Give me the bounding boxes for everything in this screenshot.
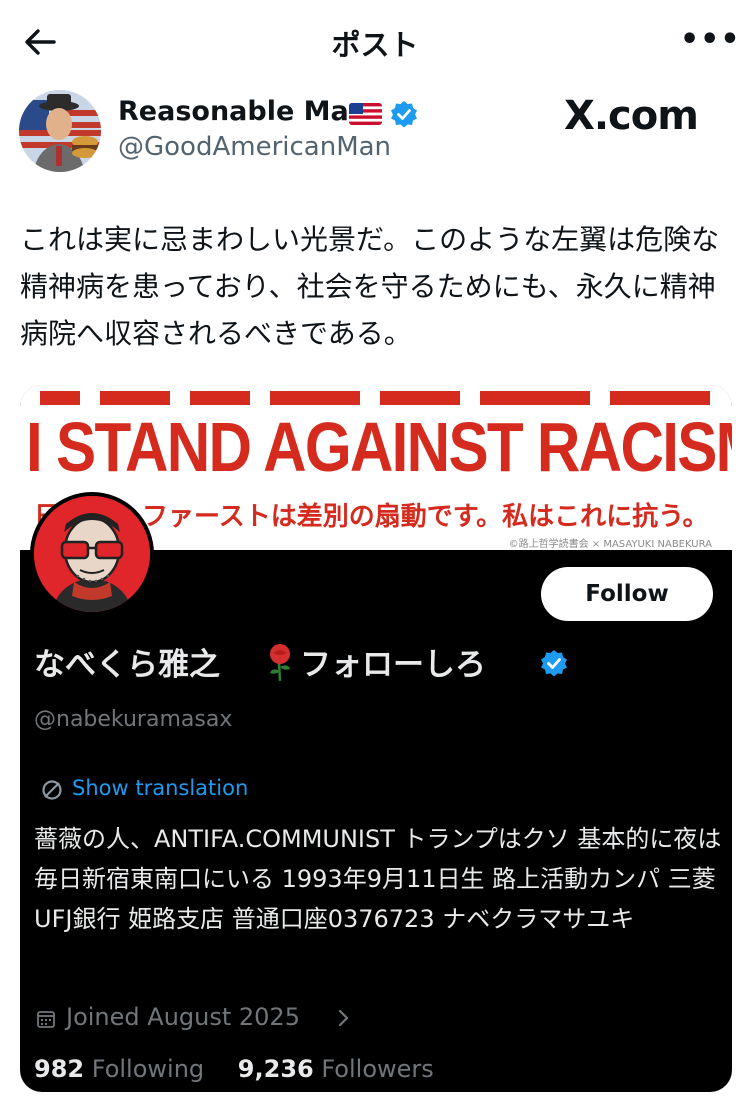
- following-stat[interactable]: 982 Following: [34, 1055, 204, 1083]
- embedded-image[interactable]: I STAND AGAINST RACISM 日 ファーストは差別の扇動です。私…: [20, 385, 732, 1092]
- translate-icon: [40, 778, 64, 802]
- followers-stat[interactable]: 9,236 Followers: [238, 1055, 434, 1083]
- author-handle[interactable]: @GoodAmericanMan: [118, 132, 391, 162]
- chevron-right-icon: [336, 1007, 352, 1029]
- following-count: 982: [34, 1055, 85, 1083]
- avatar-image: [19, 90, 101, 172]
- show-translation-label: Show translation: [72, 776, 249, 800]
- banner-subline: ファーストは差別の扇動です。私はこれに抗う。: [142, 502, 709, 532]
- verified-badge-icon: [540, 649, 568, 677]
- us-flag-icon: [349, 103, 382, 125]
- verified-badge-icon: [390, 100, 418, 128]
- followers-label: Followers: [321, 1055, 434, 1083]
- follow-button[interactable]: Follow: [541, 567, 713, 621]
- profile-avatar[interactable]: [30, 492, 154, 616]
- top-bar: ポスト •••: [0, 0, 750, 84]
- banner-headline: I STAND AGAINST RACISM: [26, 408, 732, 486]
- page-title: ポスト: [331, 28, 419, 62]
- profile-avatar-image: [34, 496, 150, 612]
- rose-icon: [266, 643, 294, 682]
- profile-bio: 薔薇の人、ANTIFA.COMMUNIST トランプはクソ 基本的に夜は毎日新宿…: [34, 825, 722, 933]
- banner-cropped-text: [20, 385, 732, 405]
- profile-name-suffix: フォローしろ: [300, 647, 486, 683]
- following-label: Following: [91, 1055, 205, 1083]
- profile-name: なべくら雅之: [34, 647, 220, 683]
- author-avatar[interactable]: [19, 90, 101, 172]
- follow-stats: 982 Following 9,236 Followers: [34, 1055, 460, 1083]
- watermark: X.com: [564, 93, 699, 139]
- post-text: これは実に忌まわしい光景だ。このような左翼は危険な精神病を患っており、社会を守る…: [20, 223, 720, 350]
- profile-handle: @nabekuramasax: [34, 707, 233, 732]
- calendar-icon: [36, 1009, 56, 1029]
- joined-text: Joined August 2025: [66, 1003, 300, 1031]
- more-options-button[interactable]: •••: [680, 22, 740, 62]
- followers-count: 9,236: [237, 1055, 314, 1083]
- author-name[interactable]: Reasonable Man: [118, 96, 368, 127]
- banner-credit: ©路上哲学読書会 × MASAYUKI NABEKURA: [508, 539, 712, 550]
